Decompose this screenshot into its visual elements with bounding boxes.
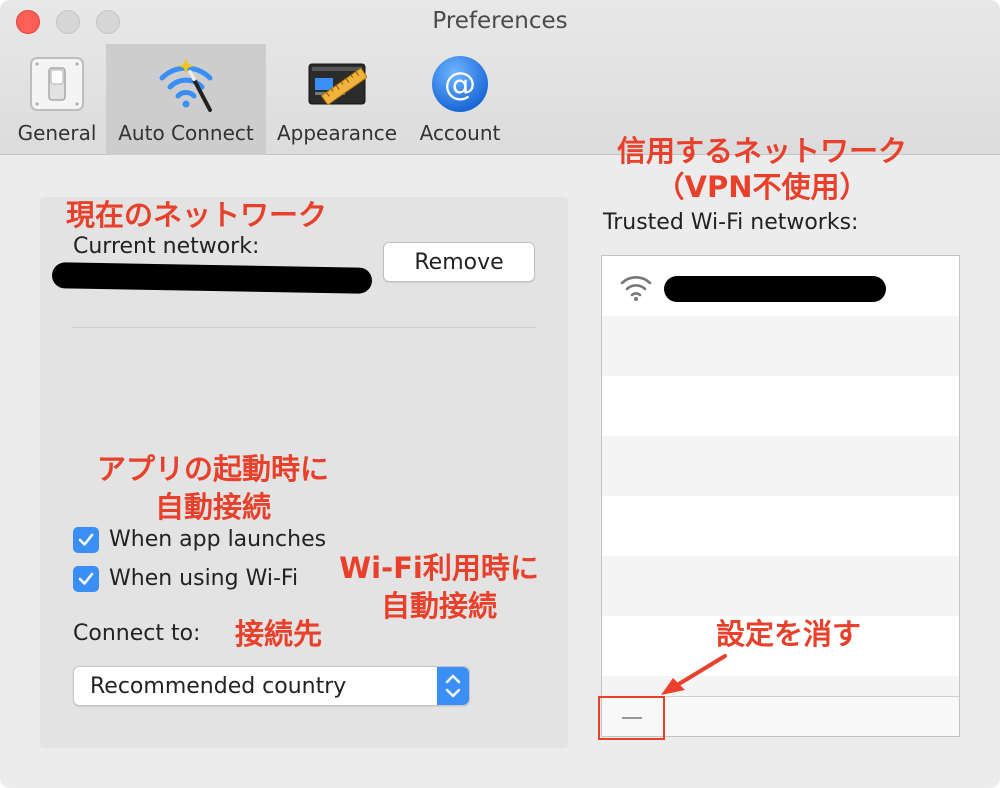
wifi-icon (620, 276, 652, 301)
list-item (602, 376, 959, 436)
annotation-trusted-line1: 信用するネットワーク (616, 134, 907, 168)
tab-general-label: General (17, 121, 97, 145)
tab-general[interactable]: General (10, 44, 104, 155)
connect-to-label: Connect to: (73, 621, 201, 646)
list-item[interactable] (602, 256, 959, 316)
annotation-wifi-line2: 自動接続 (380, 589, 497, 623)
annotation-current-network: 現在のネットワーク (66, 198, 328, 232)
checkbox-wifi[interactable] (73, 566, 99, 592)
remove-button[interactable]: Remove (383, 242, 535, 282)
annotation-trusted-line2: （VPN不使用） (655, 170, 869, 204)
checkmark-icon (78, 572, 94, 585)
country-select-value: Recommended country (90, 674, 347, 699)
annotation-highlight-box (598, 696, 665, 740)
redacted-current-network (51, 262, 373, 294)
tab-account-label: Account (419, 121, 501, 145)
redacted-network-name (664, 276, 886, 302)
title-bar: Preferences General Auto Connect Appeara… (0, 0, 1000, 155)
wifi-label: When using Wi-Fi (109, 566, 299, 591)
switch-icon (30, 57, 84, 111)
list-item (602, 496, 959, 556)
select-arrows-icon (437, 667, 469, 705)
window-title: Preferences (432, 8, 568, 34)
wifi-wand-icon (159, 58, 213, 112)
annotation-wifi-line1: Wi-Fi利用時に (339, 551, 539, 585)
tab-account[interactable]: @ Account (410, 44, 510, 155)
current-network-label: Current network: (73, 234, 260, 259)
checkbox-app-launch[interactable] (73, 527, 99, 553)
tab-appearance[interactable]: Appearance (270, 44, 404, 155)
app-launch-label: When app launches (109, 527, 327, 552)
tab-appearance-label: Appearance (276, 121, 398, 145)
ruler-screen-icon (308, 63, 367, 106)
annotation-connect-to: 接続先 (235, 617, 323, 651)
annotation-app-launch-line1: アプリの起動時に (96, 452, 329, 486)
preferences-window: Preferences General Auto Connect Appeara… (0, 0, 1000, 788)
tab-auto-connect[interactable]: Auto Connect (106, 44, 266, 155)
svg-text:@: @ (444, 65, 476, 103)
country-select[interactable]: Recommended country (73, 666, 470, 706)
list-item (602, 556, 959, 616)
list-item (602, 436, 959, 496)
annotation-app-launch-line2: 自動接続 (154, 490, 271, 524)
at-sign-icon: @ (432, 56, 488, 112)
divider (72, 327, 536, 328)
tab-auto-connect-label: Auto Connect (118, 121, 254, 145)
checkmark-icon (78, 533, 94, 546)
annotation-delete-setting: 設定を消す (716, 617, 862, 651)
trusted-networks-label: Trusted Wi-Fi networks: (603, 210, 859, 235)
annotation-arrow-icon (661, 654, 727, 695)
list-item (602, 316, 959, 376)
